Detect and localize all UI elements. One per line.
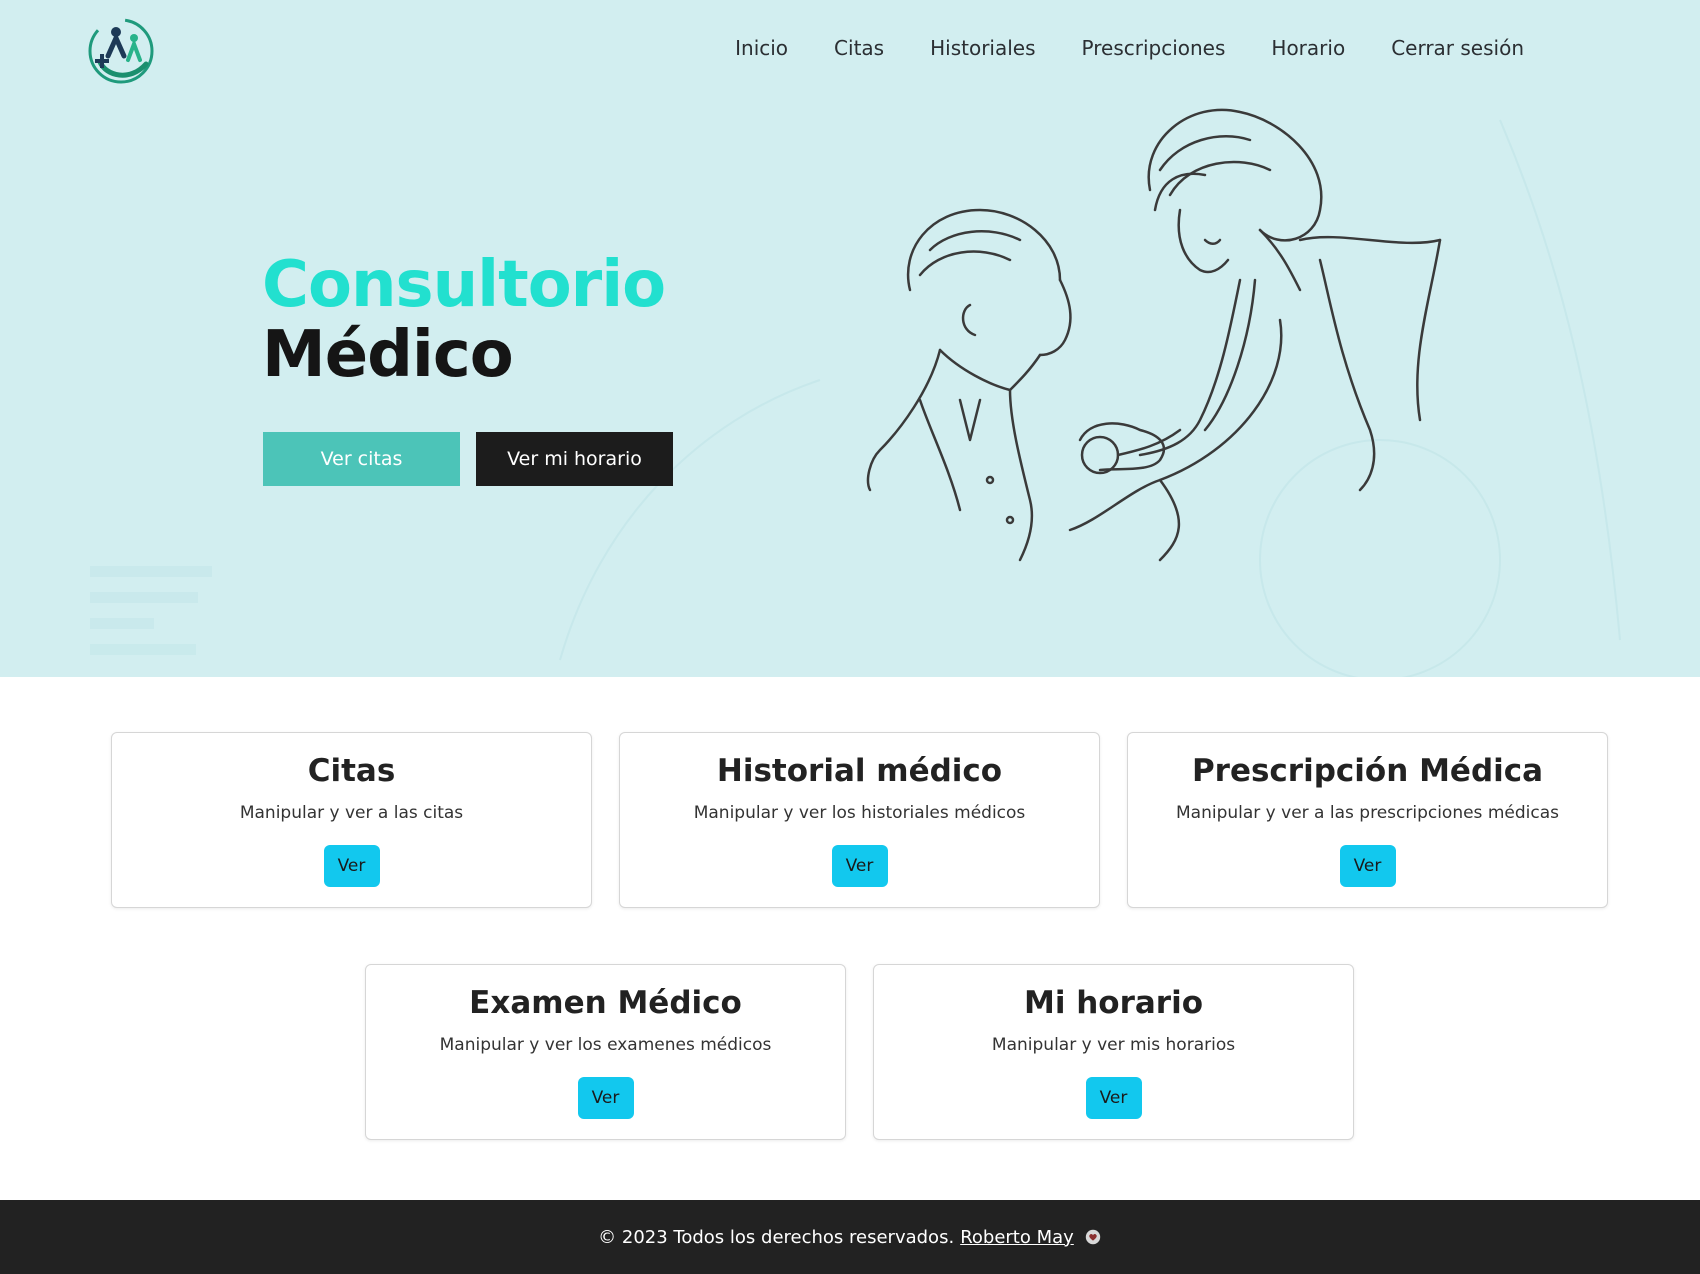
card-mi-horario: Mi horario Manipular y ver mis horarios …	[873, 964, 1354, 1140]
card-text: Manipular y ver a las citas	[239, 803, 464, 823]
hero-section: Inicio Citas Historiales Prescripciones …	[0, 0, 1700, 677]
heart-icon	[1085, 1229, 1101, 1245]
hero-title-line2: Médico	[262, 318, 514, 392]
medical-logo-icon[interactable]	[86, 16, 156, 86]
card-text: Manipular y ver a las prescripciones méd…	[1176, 803, 1559, 823]
ver-mi-horario-button[interactable]: Ver mi horario	[476, 432, 673, 486]
nav-links: Inicio Citas Historiales Prescripciones …	[689, 36, 1524, 60]
card-title: Examen Médico	[469, 985, 742, 1021]
footer: © 2023 Todos los derechos reservados. Ro…	[0, 1200, 1700, 1274]
card-title: Prescripción Médica	[1191, 753, 1544, 789]
footer-copyright: © 2023 Todos los derechos reservados.	[598, 1226, 955, 1248]
card-title: Mi horario	[1023, 985, 1204, 1021]
card-citas-ver-button[interactable]: Ver	[323, 845, 380, 887]
card-horario-ver-button[interactable]: Ver	[1085, 1077, 1142, 1119]
card-examen-medico: Examen Médico Manipular y ver los examen…	[365, 964, 846, 1140]
card-title: Citas	[307, 753, 396, 789]
top-navbar: Inicio Citas Historiales Prescripciones …	[0, 0, 1700, 100]
card-prescripcion-ver-button[interactable]: Ver	[1339, 845, 1396, 887]
card-historial-ver-button[interactable]: Ver	[831, 845, 888, 887]
footer-author-link[interactable]: Roberto May	[960, 1227, 1074, 1248]
nav-cerrar-sesion[interactable]: Cerrar sesión	[1391, 36, 1524, 60]
nav-citas[interactable]: Citas	[834, 36, 884, 60]
card-citas: Citas Manipular y ver a las citas Ver	[111, 732, 592, 908]
card-prescripcion-medica: Prescripción Médica Manipular y ver a la…	[1127, 732, 1608, 908]
card-historial-medico: Historial médico Manipular y ver los his…	[619, 732, 1100, 908]
ver-citas-button[interactable]: Ver citas	[263, 432, 460, 486]
doctor-patient-illustration	[866, 108, 1442, 562]
hero-title: Consultorio Médico	[262, 248, 666, 392]
card-text: Manipular y ver los examenes médicos	[439, 1035, 772, 1055]
nav-horario[interactable]: Horario	[1271, 36, 1345, 60]
nav-inicio[interactable]: Inicio	[735, 36, 788, 60]
card-title: Historial médico	[716, 753, 1003, 789]
hero-title-line1: Consultorio	[262, 248, 666, 322]
card-examen-ver-button[interactable]: Ver	[577, 1077, 634, 1119]
nav-historiales[interactable]: Historiales	[930, 36, 1035, 60]
card-text: Manipular y ver mis horarios	[991, 1035, 1236, 1055]
nav-prescripciones[interactable]: Prescripciones	[1082, 36, 1226, 60]
card-text: Manipular y ver los historiales médicos	[693, 803, 1026, 823]
